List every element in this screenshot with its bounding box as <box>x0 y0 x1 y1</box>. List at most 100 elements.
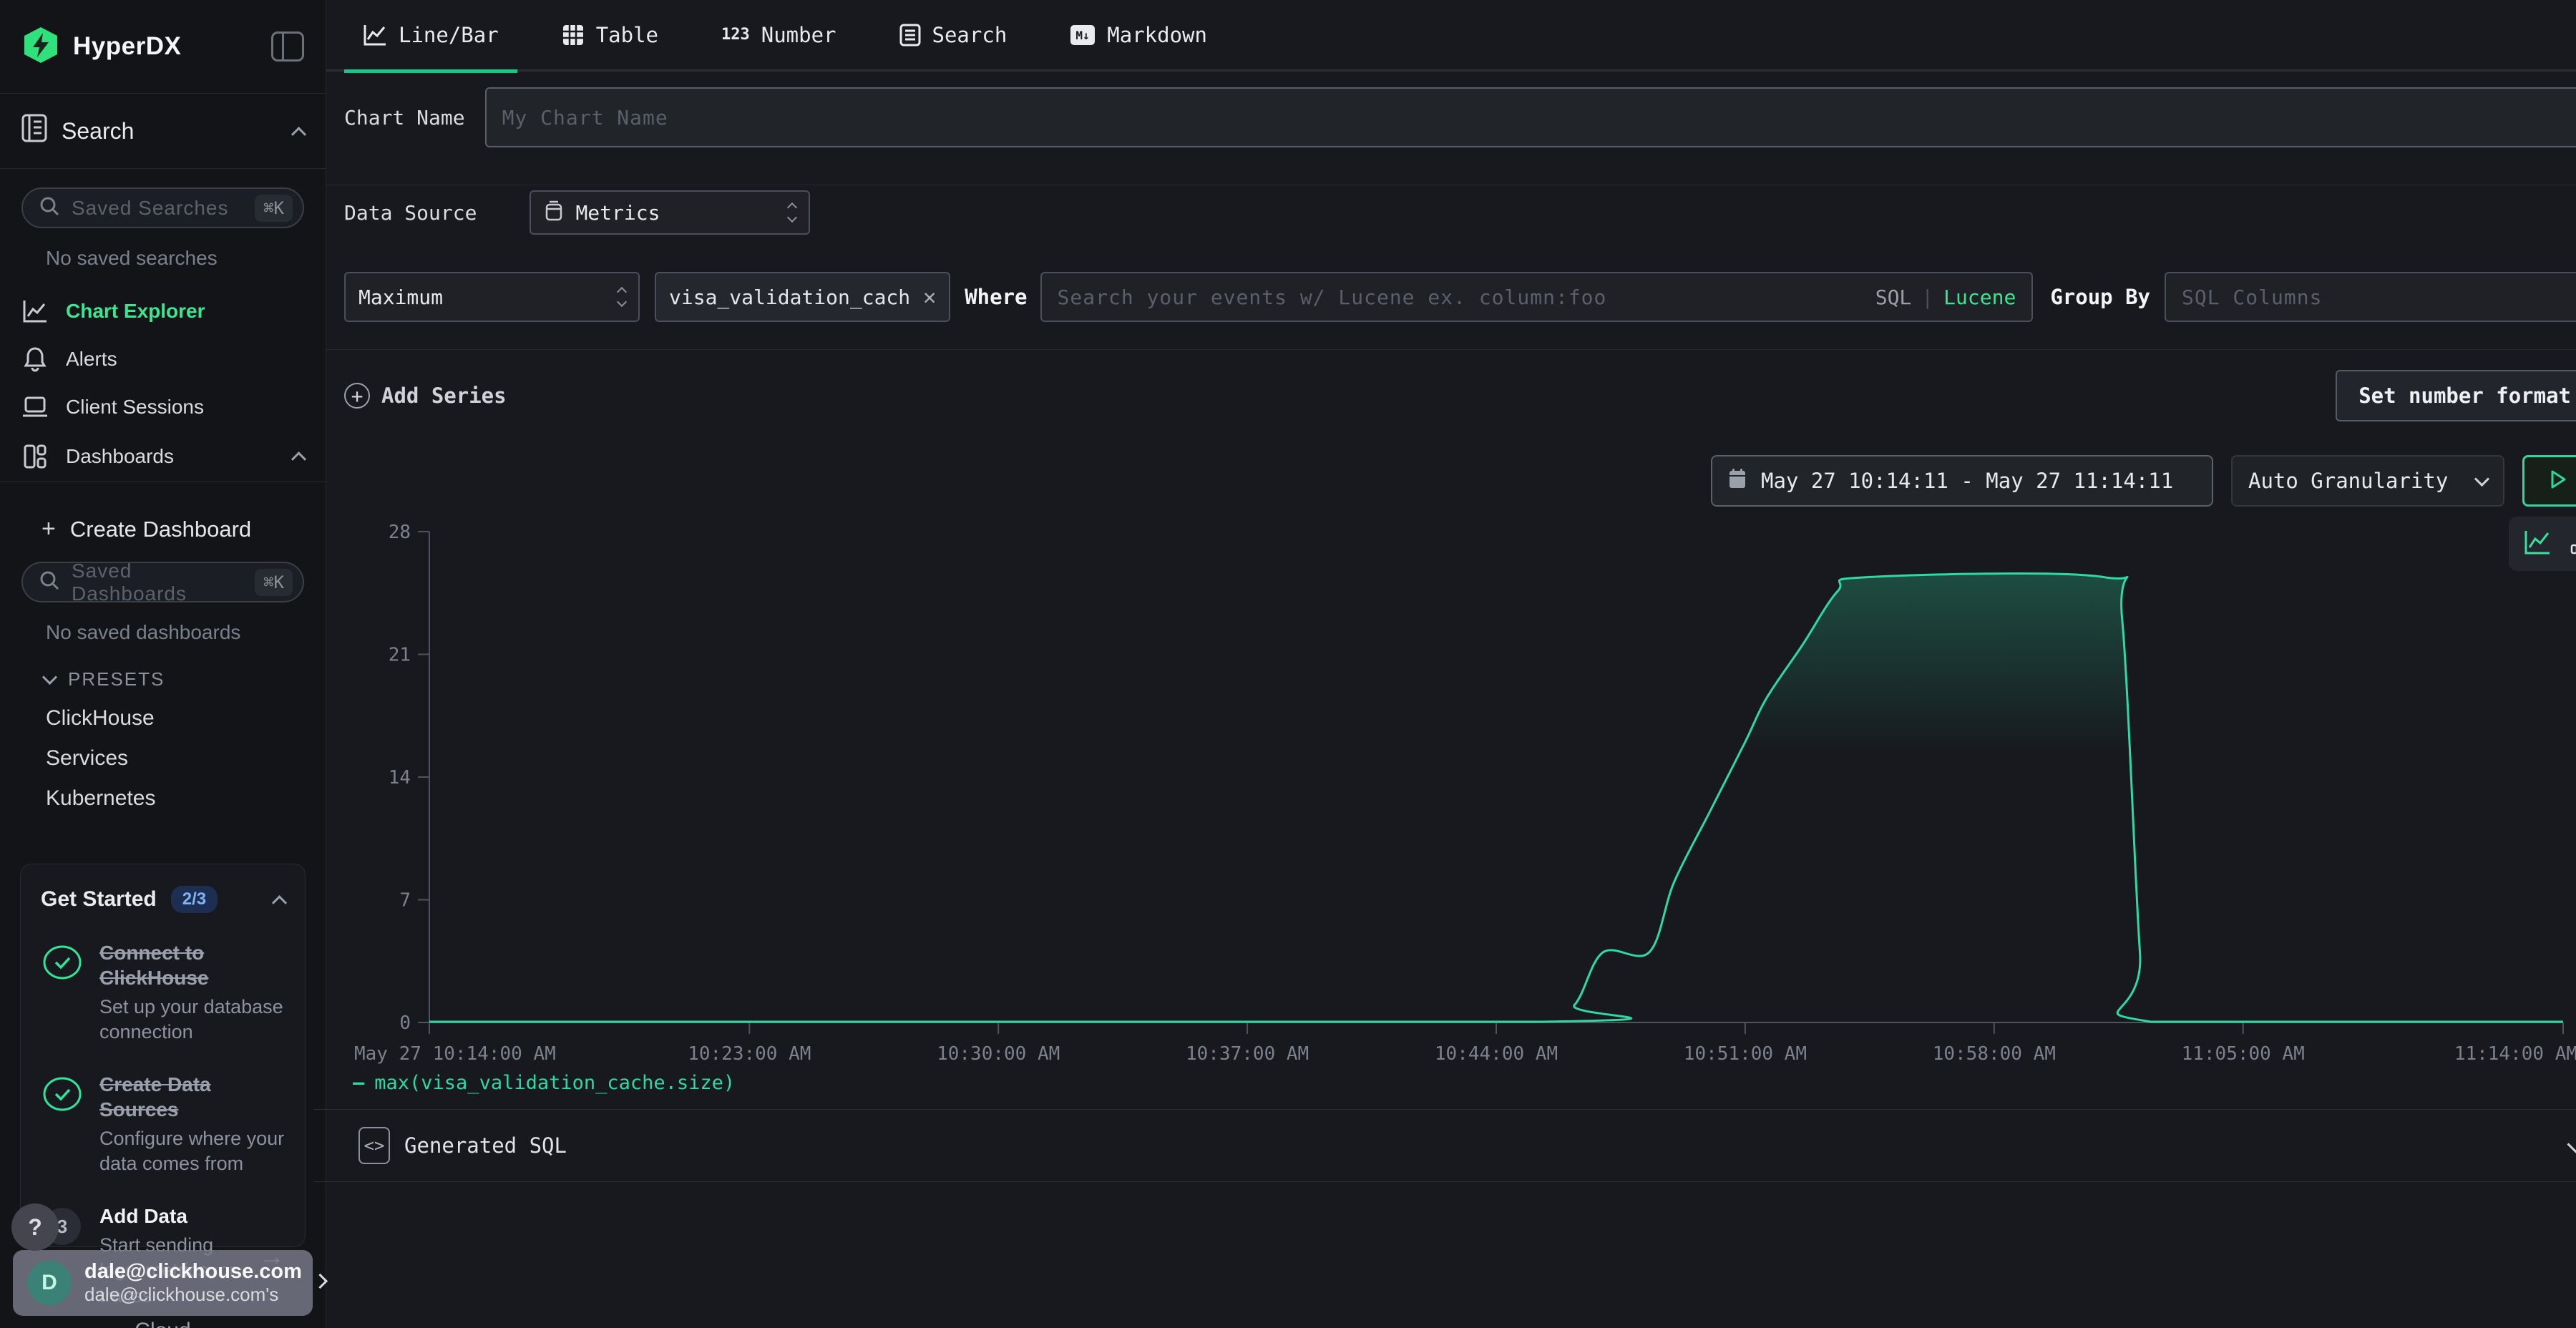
get-started-item-subtitle: Set up your database connection <box>99 995 285 1045</box>
tab-markdown[interactable]: M↓ Markdown <box>1051 0 1226 71</box>
sidebar-item-alerts[interactable]: Alerts <box>0 335 326 383</box>
help-button[interactable]: ? <box>11 1204 59 1251</box>
markdown-icon: M↓ <box>1070 24 1096 46</box>
list-icon <box>899 24 921 47</box>
bell-icon <box>21 346 49 372</box>
data-source-label: Data Source <box>344 201 477 225</box>
brand[interactable]: HyperDX <box>21 26 181 68</box>
chart-name-input[interactable] <box>485 87 2576 147</box>
legend-series-name: max(visa_validation_cache.size) <box>374 1072 735 1094</box>
granularity-select[interactable]: Auto Granularity <box>2231 455 2504 507</box>
select-chevrons-icon <box>618 288 625 306</box>
sidebar-nav: Chart Explorer Alerts Client Sessions Da… <box>0 287 326 482</box>
chart-style-toggle <box>2509 517 2576 571</box>
get-started-progress-badge: 2/3 <box>171 886 218 913</box>
svg-text:10:58:00 AM: 10:58:00 AM <box>1933 1043 2056 1065</box>
date-range-picker[interactable]: May 27 10:14:11 - May 27 11:14:11 <box>1711 455 2213 507</box>
tab-number[interactable]: 123 Number <box>703 0 855 71</box>
saved-dashboards-placeholder: Saved Dashboards <box>72 560 243 605</box>
get-started-item-datasources[interactable]: Create Data Sources Configure where your… <box>41 1072 285 1176</box>
brand-name: HyperDX <box>73 32 181 61</box>
events-search: SQL | Lucene <box>1040 272 2034 322</box>
group-by-input[interactable] <box>2165 272 2576 322</box>
svg-text:7: 7 <box>399 890 411 912</box>
clipped-team-text: Cloud <box>0 1319 326 1328</box>
tab-search[interactable]: Search <box>881 0 1026 71</box>
get-started-title: Get Started <box>41 887 157 912</box>
date-range-value: May 27 10:14:11 - May 27 11:14:11 <box>1761 469 2173 493</box>
data-source-value: Metrics <box>575 201 660 225</box>
timeseries-chart[interactable]: 07142128May 27 10:14:00 AM10:23:00 AM10:… <box>344 508 2576 1066</box>
chart-line-icon <box>21 299 49 323</box>
shortcut-badge: ⌘K <box>255 195 293 222</box>
create-dashboard-button[interactable]: + Create Dashboard <box>42 515 326 543</box>
journal-icon <box>21 114 47 148</box>
svg-text:11:05:00 AM: 11:05:00 AM <box>2182 1043 2305 1065</box>
sidebar-item-client-sessions[interactable]: Client Sessions <box>0 383 326 431</box>
table-icon <box>562 24 585 47</box>
preset-item-services[interactable]: Services <box>46 746 326 771</box>
sidebar: HyperDX Search Saved Searches ⌘K No save… <box>0 0 326 1328</box>
chevron-up-icon[interactable] <box>291 127 306 142</box>
presets-toggle[interactable]: PRESETS <box>44 668 326 690</box>
close-icon[interactable]: ✕ <box>923 285 936 310</box>
main-content: Line/Bar Table 123 Number Search M↓ Mark… <box>326 0 2576 1328</box>
get-started-item-connect[interactable]: Connect to ClickHouse Set up your databa… <box>41 940 285 1045</box>
tab-table[interactable]: Table <box>543 0 677 71</box>
sidebar-item-label: Dashboards <box>66 445 174 468</box>
lucene-toggle[interactable]: Lucene <box>1943 285 2016 309</box>
get-started-item-title: Create Data Sources <box>99 1072 285 1122</box>
user-team: dale@clickhouse.com's <box>84 1284 302 1306</box>
sidebar-item-label: Chart Explorer <box>66 300 205 323</box>
sidebar-section-search[interactable]: Search <box>0 94 326 169</box>
bar-chart-toggle-icon[interactable] <box>2570 529 2576 558</box>
chevron-down-icon <box>2474 471 2489 486</box>
sidebar-header: HyperDX <box>0 0 326 94</box>
get-started-panel: Get Started 2/3 Connect to ClickHouse Se… <box>20 864 306 1247</box>
divider <box>326 349 2576 350</box>
chevron-right-icon <box>315 1276 326 1290</box>
add-series-button[interactable]: + Add Series <box>344 383 507 409</box>
chevron-down-icon[interactable] <box>2570 1138 2576 1153</box>
preset-item-clickhouse[interactable]: ClickHouse <box>46 706 326 731</box>
metric-tag[interactable]: visa_validation_cach ✕ <box>655 272 950 322</box>
create-dashboard-label: Create Dashboard <box>70 517 251 542</box>
get-started-item-title: Add Data <box>99 1204 243 1229</box>
svg-text:10:37:00 AM: 10:37:00 AM <box>1186 1043 1309 1065</box>
saved-searches-input[interactable]: Saved Searches ⌘K <box>21 187 304 228</box>
where-label: Where <box>965 285 1027 309</box>
chart-legend: — max(visa_validation_cache.size) <box>344 1066 2576 1099</box>
check-circle-icon <box>41 940 84 1045</box>
granularity-value: Auto Granularity <box>2248 469 2448 493</box>
svg-text:10:30:00 AM: 10:30:00 AM <box>937 1043 1060 1065</box>
chevron-up-icon[interactable] <box>272 895 287 910</box>
code-icon: <> <box>358 1127 390 1164</box>
no-saved-searches-note: No saved searches <box>46 247 326 270</box>
line-chart-toggle-icon[interactable] <box>2523 529 2552 558</box>
sidebar-item-dashboards[interactable]: Dashboards <box>0 431 326 482</box>
tab-line-bar[interactable]: Line/Bar <box>344 0 517 71</box>
tab-label: Number <box>761 23 836 47</box>
chevron-up-icon[interactable] <box>291 451 306 467</box>
chevron-down-icon <box>42 670 57 685</box>
aggregation-select[interactable]: Maximum <box>344 272 640 322</box>
tab-label: Line/Bar <box>399 23 499 47</box>
svg-text:28: 28 <box>389 522 411 543</box>
saved-searches-placeholder: Saved Searches <box>72 197 243 220</box>
preset-item-kubernetes[interactable]: Kubernetes <box>46 786 326 811</box>
sidebar-collapse-icon[interactable] <box>271 31 304 62</box>
data-source-select[interactable]: Metrics <box>530 190 810 235</box>
sql-toggle[interactable]: SQL <box>1875 285 1912 309</box>
svg-text:10:44:00 AM: 10:44:00 AM <box>1435 1043 1558 1065</box>
generated-sql-label: Generated SQL <box>404 1133 567 1158</box>
number-123-icon: 123 <box>721 26 750 44</box>
metric-tag-label: visa_validation_cach <box>669 285 910 309</box>
generated-sql-row[interactable]: <> Generated SQL <box>313 1109 2576 1182</box>
sidebar-item-chart-explorer[interactable]: Chart Explorer <box>0 287 326 335</box>
saved-dashboards-input[interactable]: Saved Dashboards ⌘K <box>21 562 304 602</box>
set-number-format-button[interactable]: Set number format <box>2336 370 2576 421</box>
user-profile-card[interactable]: D dale@clickhouse.com dale@clickhouse.co… <box>13 1250 313 1316</box>
svg-text:11:14:00 AM: 11:14:00 AM <box>2454 1043 2576 1065</box>
database-icon <box>544 199 564 227</box>
run-query-button[interactable] <box>2522 455 2576 507</box>
